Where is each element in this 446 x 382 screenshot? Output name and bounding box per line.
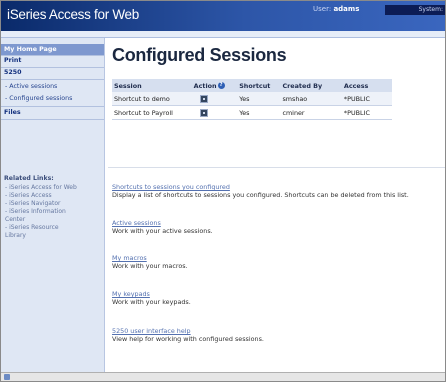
sessions-table: Session Action? Shortcut Created By Acce… (112, 79, 392, 120)
related-link-iseries-navigator[interactable]: - iSeries Navigator (5, 200, 60, 207)
access-cell: *PUBLIC (341, 92, 392, 106)
sidebar-item-files[interactable]: Files (1, 108, 104, 118)
sidebar-item-my-home-page[interactable]: My Home Page (1, 44, 104, 55)
sidebar-divider (1, 106, 104, 107)
system-label: System: (418, 6, 443, 13)
help-icon[interactable]: ? (217, 82, 225, 89)
user-name: adams (333, 5, 360, 13)
system-field: System: (385, 5, 445, 15)
link-my-keypads[interactable]: My keypads (112, 290, 150, 298)
action-menu-icon[interactable] (199, 94, 208, 103)
link-5250-ui-help[interactable]: 5250 user interface help (112, 327, 191, 335)
access-cell: *PUBLIC (341, 105, 392, 120)
session-name-cell: Shortcut to Payroll (112, 105, 192, 120)
sidebar-divider (1, 119, 104, 120)
created-by-cell: smshao (280, 92, 342, 106)
header-subbar (1, 31, 445, 38)
related-link-iseries-information-center[interactable]: - iSeries Information (5, 208, 66, 215)
sidebar-item-configured-sessions[interactable]: - Configured sessions (1, 94, 104, 104)
table-row: Shortcut to demo Yes smshao *PUBLIC (112, 92, 392, 106)
link-description: Work with your keypads. (112, 298, 191, 306)
created-by-cell: cminer (280, 105, 342, 120)
column-header-session[interactable]: Session (112, 79, 192, 92)
column-header-access[interactable]: Access (341, 79, 392, 92)
link-description: Work with your macros. (112, 262, 188, 270)
link-description: View help for working with configured se… (112, 335, 264, 343)
sidebar: My Home Page Print 5250 - Active session… (1, 38, 105, 381)
column-header-created-by[interactable]: Created By (280, 79, 342, 92)
shortcut-cell: Yes (237, 105, 281, 120)
sidebar-item-print[interactable]: Print (1, 56, 104, 66)
user-info: User: adams (313, 5, 359, 13)
content-divider (108, 167, 445, 168)
action-menu-icon[interactable] (199, 108, 208, 117)
related-link-iseries-access[interactable]: - iSeries Access (5, 192, 52, 199)
sidebar-item-5250[interactable]: 5250 (1, 68, 104, 78)
link-active-sessions[interactable]: Active sessions (112, 219, 161, 227)
related-link-iseries-access-for-web[interactable]: - iSeries Access for Web (5, 184, 77, 191)
sidebar-divider (1, 79, 104, 80)
page-title: Configured Sessions (112, 45, 287, 65)
session-name-cell: Shortcut to demo (112, 92, 192, 106)
table-header-row: Session Action? Shortcut Created By Acce… (112, 79, 392, 92)
link-description: Display a list of shortcuts to sessions … (112, 191, 409, 199)
link-description: Work with your active sessions. (112, 227, 213, 235)
related-link-iseries-information-center-cont[interactable]: Center (5, 216, 25, 223)
shortcut-cell: Yes (237, 92, 281, 106)
link-my-macros[interactable]: My macros (112, 254, 147, 262)
browser-frame: iSeries Access for Web User: adams Syste… (0, 0, 446, 382)
related-link-iseries-resource-library[interactable]: - iSeries Resource (5, 224, 59, 231)
app-header: iSeries Access for Web User: adams Syste… (1, 1, 445, 31)
column-header-shortcut[interactable]: Shortcut (237, 79, 281, 92)
sidebar-item-active-sessions[interactable]: - Active sessions (1, 82, 104, 92)
page-status-icon (4, 374, 10, 380)
related-link-iseries-resource-library-cont[interactable]: Library (5, 232, 26, 239)
action-cell (191, 105, 238, 120)
column-header-action-label: Action (193, 81, 217, 90)
related-links-title: Related Links: (4, 175, 54, 182)
table-row: Shortcut to Payroll Yes cminer *PUBLIC (112, 105, 392, 120)
browser-status-bar (1, 372, 445, 381)
app-brand: iSeries Access for Web (7, 7, 139, 22)
action-cell (191, 92, 238, 106)
column-header-action: Action? (191, 79, 238, 92)
link-shortcuts-to-sessions[interactable]: Shortcuts to sessions you configured (112, 183, 230, 191)
user-label: User: (313, 5, 332, 13)
